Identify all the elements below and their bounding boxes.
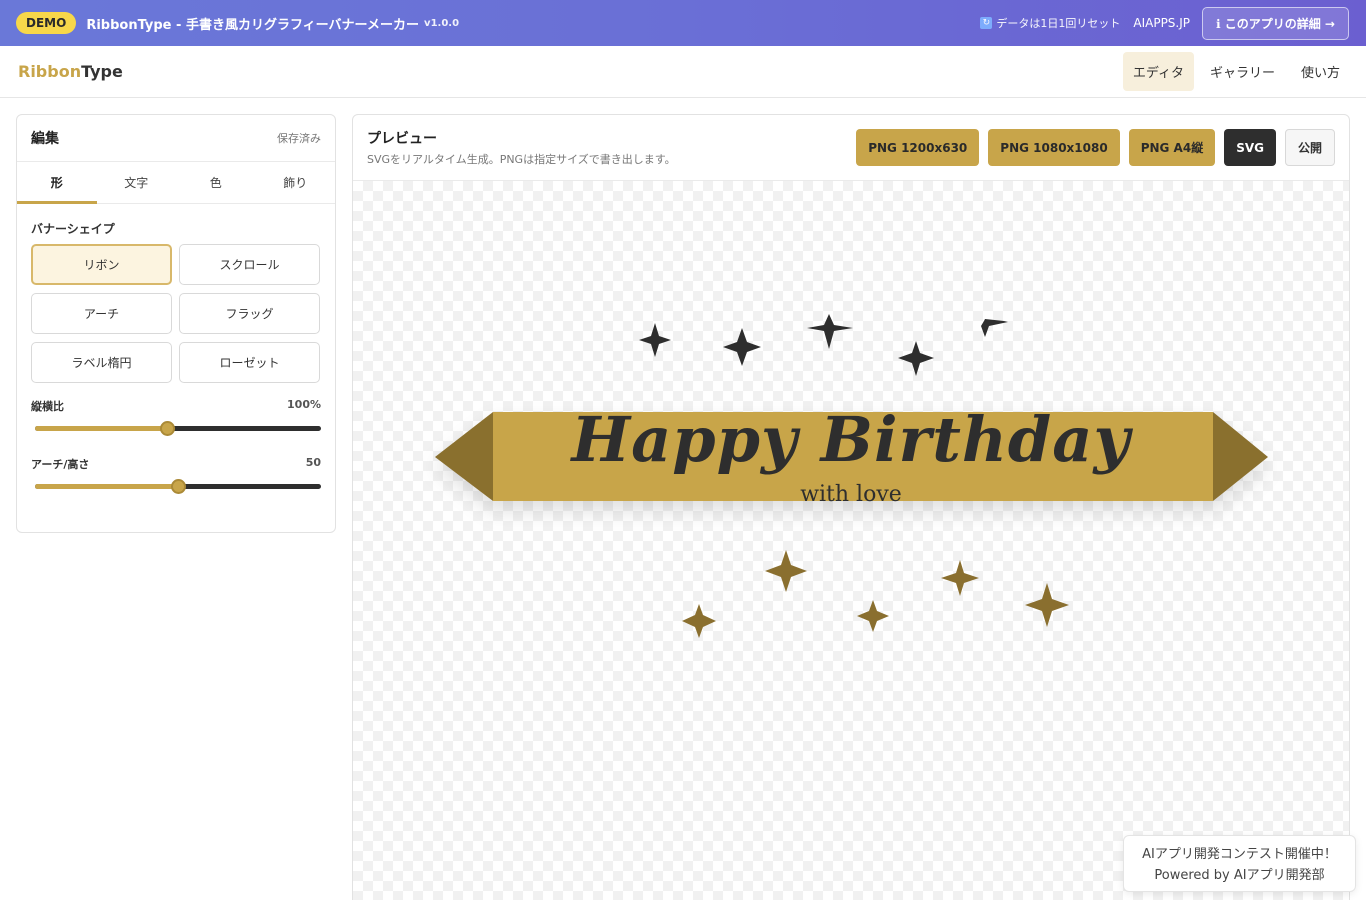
arch-height-slider[interactable] (35, 479, 321, 494)
app-title: RibbonType - 手書き風カリグラフィーバナーメーカー (86, 17, 420, 33)
sparkle-icon (857, 600, 889, 632)
publish-button[interactable]: 公開 (1284, 129, 1335, 166)
contest-popup[interactable]: AIアプリ開発コンテスト開催中！ Powered by AIアプリ開発部 (1123, 835, 1356, 892)
app-version: v1.0.0 (424, 17, 460, 29)
tab-color[interactable]: 色 (176, 162, 256, 203)
demo-badge: DEMO (16, 12, 77, 34)
export-png-a4-button[interactable]: PNG A4縦 (1128, 129, 1216, 166)
sparkle-icon (682, 604, 716, 638)
sparkle-icon (941, 560, 979, 596)
export-buttons: PNG 1200x630 PNG 1080x1080 PNG A4縦 SVG 公… (847, 129, 1335, 166)
save-status: 保存済み (277, 132, 321, 145)
main-nav: エディタ ギャラリー 使い方 (1117, 52, 1350, 91)
demo-right: ↻ データは1日1回リセット AIAPPS.JP ℹ このアプリの詳細 → (980, 6, 1366, 40)
shape-flag-button[interactable]: フラッグ (179, 293, 320, 334)
sparkle-icon (723, 328, 761, 366)
slider-thumb[interactable] (159, 421, 175, 436)
app-header: RibbonType エディタ ギャラリー 使い方 (0, 46, 1366, 98)
sparkle-icon (765, 550, 807, 592)
logo[interactable]: RibbonType (18, 62, 123, 81)
slider-thumb[interactable] (171, 479, 186, 494)
nav-editor[interactable]: エディタ (1122, 52, 1194, 91)
export-png-1080x1080-button[interactable]: PNG 1080x1080 (988, 129, 1120, 166)
slider-fill (35, 426, 167, 431)
arch-height-value: 50 (305, 456, 321, 469)
reset-note-text: データは1日1回リセット (996, 17, 1121, 30)
shape-grid: リボン スクロール アーチ フラッグ ラベル楕円 ローゼット (31, 244, 321, 383)
preview-canvas[interactable]: Happy Birthday with love (353, 181, 1349, 900)
demo-bar: DEMO RibbonType - 手書き風カリグラフィーバナーメーカー v1.… (0, 0, 1366, 46)
shape-ribbon-button[interactable]: リボン (31, 244, 172, 285)
logo-ribbon: Ribbon (18, 62, 82, 81)
reset-note: ↻ データは1日1回リセット (980, 15, 1120, 31)
tab-decoration[interactable]: 飾り (256, 162, 336, 203)
app-detail-button[interactable]: ℹ このアプリの詳細 → (1202, 6, 1349, 40)
aspect-ratio-label: 縦横比 (31, 400, 64, 413)
aspect-ratio-row: 縦横比 100% (31, 398, 321, 414)
tab-shape[interactable]: 形 (17, 162, 97, 204)
sparkle-icon (639, 323, 671, 357)
edit-panel-title: 編集 (31, 131, 59, 147)
nav-gallery[interactable]: ギャラリー (1200, 52, 1285, 91)
edit-tabs: 形 文字 色 飾り (17, 162, 335, 204)
shape-scroll-button[interactable]: スクロール (179, 244, 320, 285)
contest-line2: Powered by AIアプリ開発部 (1154, 868, 1325, 883)
sparkle-icon (981, 319, 1008, 337)
shape-arch-button[interactable]: アーチ (31, 293, 172, 334)
banner-preview-svg: Happy Birthday with love (435, 314, 1268, 638)
sparkle-icon (1025, 583, 1069, 627)
ribbon-left-tail (435, 412, 493, 501)
edit-panel-header: 編集 保存済み (17, 115, 335, 162)
sparkles-top (639, 314, 1008, 376)
ribbon-right-tail (1213, 412, 1268, 501)
export-svg-button[interactable]: SVG (1224, 129, 1276, 166)
export-png-1200x630-button[interactable]: PNG 1200x630 (856, 129, 980, 166)
preview-subtitle: SVGをリアルタイム生成。PNGは指定サイズで書き出します。 (367, 153, 676, 166)
edit-panel: 編集 保存済み 形 文字 色 飾り バナーシェイプ リボン スクロール アーチ … (16, 114, 336, 533)
shape-rosette-button[interactable]: ローゼット (179, 342, 320, 383)
aspect-ratio-slider[interactable] (35, 421, 321, 436)
aiapps-link[interactable]: AIAPPS.JP (1133, 16, 1190, 30)
slider-fill (35, 484, 178, 489)
shape-section-label: バナーシェイプ (31, 222, 115, 236)
refresh-icon: ↻ (980, 17, 993, 29)
preview-header: プレビュー SVGをリアルタイム生成。PNGは指定サイズで書き出します。 PNG… (353, 115, 1349, 181)
shape-label-ellipse-button[interactable]: ラベル楕円 (31, 342, 172, 383)
sparkle-icon (898, 341, 934, 376)
banner-main-text: Happy Birthday (570, 403, 1134, 476)
sparkle-icon (807, 314, 853, 349)
arch-height-row: アーチ/高さ 50 (31, 456, 321, 472)
sparkles-bottom (682, 550, 1069, 638)
aspect-ratio-value: 100% (287, 398, 321, 411)
preview-heading: プレビュー SVGをリアルタイム生成。PNGは指定サイズで書き出します。 (367, 128, 676, 167)
logo-type: Type (81, 62, 123, 81)
preview-panel: プレビュー SVGをリアルタイム生成。PNGは指定サイズで書き出します。 PNG… (352, 114, 1350, 900)
tab-text[interactable]: 文字 (97, 162, 177, 203)
preview-title: プレビュー (367, 131, 437, 147)
contest-line1: AIアプリ開発コンテスト開催中！ (1142, 847, 1337, 862)
nav-howto[interactable]: 使い方 (1291, 52, 1350, 91)
arch-height-label: アーチ/高さ (31, 458, 90, 471)
banner-sub-text: with love (800, 482, 902, 507)
